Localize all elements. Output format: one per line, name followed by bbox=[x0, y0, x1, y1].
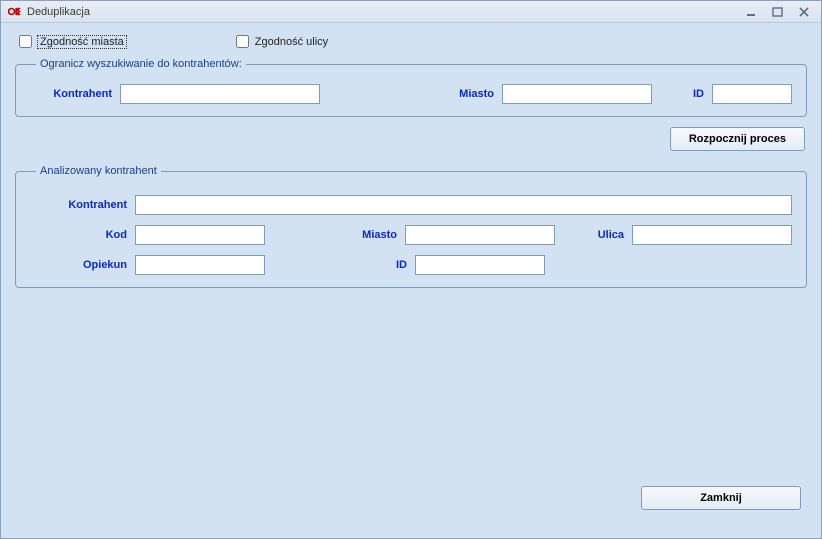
id-search-input[interactable] bbox=[712, 84, 792, 104]
minimize-button[interactable] bbox=[741, 5, 763, 19]
city-match-checkbox[interactable]: Zgodność miasta bbox=[19, 35, 126, 48]
window-title: Deduplikacja bbox=[27, 6, 90, 18]
analyzed-id-input[interactable] bbox=[415, 255, 545, 275]
analyzed-kod-input[interactable] bbox=[135, 225, 265, 245]
city-match-label: Zgodność miasta bbox=[38, 36, 126, 48]
search-limit-row: Kontrahent Miasto ID bbox=[30, 84, 792, 104]
close-button[interactable]: Zamknij bbox=[641, 486, 801, 510]
titlebar: Deduplikacja bbox=[1, 1, 821, 23]
analyzed-kod-label: Kod bbox=[30, 229, 135, 241]
search-limit-group: Ogranicz wyszukiwanie do kontrahentów: K… bbox=[15, 58, 807, 117]
analyzed-ulica-label: Ulica bbox=[582, 229, 632, 241]
analyzed-ulica-input[interactable] bbox=[632, 225, 792, 245]
start-button-row: Rozpocznij proces bbox=[17, 127, 805, 151]
street-match-checkbox-input[interactable] bbox=[236, 35, 249, 48]
kontrahent-search-input[interactable] bbox=[120, 84, 320, 104]
close-window-button[interactable] bbox=[793, 5, 815, 19]
analyzed-opiekun-input[interactable] bbox=[135, 255, 265, 275]
street-match-checkbox[interactable]: Zgodność ulicy bbox=[236, 35, 328, 48]
analyzed-opiekun-id-row: Opiekun ID bbox=[30, 255, 792, 275]
analyzed-contractor-legend: Analizowany kontrahent bbox=[36, 165, 161, 177]
miasto-search-input[interactable] bbox=[502, 84, 652, 104]
maximize-button[interactable] bbox=[767, 5, 789, 19]
analyzed-kontrahent-row: Kontrahent bbox=[30, 195, 792, 215]
client-area: Zgodność miasta Zgodność ulicy Ogranicz … bbox=[1, 23, 821, 538]
analyzed-id-label: ID bbox=[385, 259, 415, 271]
search-limit-legend: Ogranicz wyszukiwanie do kontrahentów: bbox=[36, 58, 246, 70]
kontrahent-search-label: Kontrahent bbox=[30, 88, 120, 100]
analyzed-kontrahent-input[interactable] bbox=[135, 195, 792, 215]
miasto-search-label: Miasto bbox=[432, 88, 502, 100]
analyzed-kod-miasto-ulica-row: Kod Miasto Ulica bbox=[30, 225, 792, 245]
analyzed-kontrahent-label: Kontrahent bbox=[30, 199, 135, 211]
analyzed-miasto-label: Miasto bbox=[345, 229, 405, 241]
analyzed-opiekun-label: Opiekun bbox=[30, 259, 135, 271]
analyzed-miasto-input[interactable] bbox=[405, 225, 555, 245]
street-match-label: Zgodność ulicy bbox=[255, 36, 328, 48]
city-match-checkbox-input[interactable] bbox=[19, 35, 32, 48]
app-icon bbox=[7, 4, 23, 20]
close-button-row: Zamknij bbox=[641, 486, 801, 510]
analyzed-contractor-group: Analizowany kontrahent Kontrahent Kod Mi… bbox=[15, 165, 807, 288]
match-options-row: Zgodność miasta Zgodność ulicy bbox=[11, 33, 811, 58]
start-process-button[interactable]: Rozpocznij proces bbox=[670, 127, 805, 151]
id-search-label: ID bbox=[682, 88, 712, 100]
